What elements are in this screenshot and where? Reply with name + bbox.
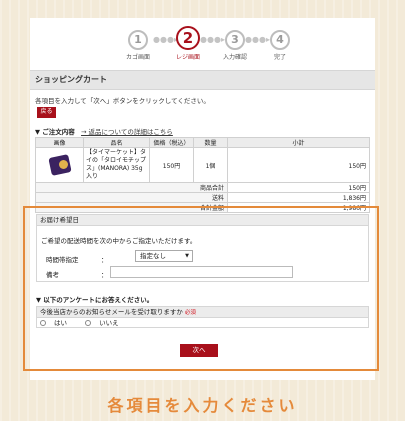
delivery-header: お届け希望日 xyxy=(37,215,368,226)
colon: ： xyxy=(101,256,108,264)
order-section-title: ▼ ご注文内容 → 返品についての詳細はこちら xyxy=(35,126,173,136)
time-slot-label: 時間帯指定 xyxy=(46,256,79,264)
survey-question: 今後当店からのお知らせメールを受け取りますか 必須 xyxy=(37,307,368,318)
order-title-text: ▼ ご注文内容 xyxy=(35,128,75,136)
note-label: 備考 xyxy=(46,271,59,279)
column-header: 価格（税込） xyxy=(149,137,194,148)
product-qty: 1個 xyxy=(193,147,228,183)
step-label: レジ画面 xyxy=(175,54,200,61)
time-slot-select[interactable]: 指定なし ▼ xyxy=(135,250,193,262)
step-complete: 4 完了 xyxy=(260,30,300,61)
summary-row: 商品合計 150円 xyxy=(35,182,370,193)
delivery-description: ご希望の配送時間を次の中からご指定いただけます。 xyxy=(41,237,197,245)
step-label: 入力確認 xyxy=(222,54,247,61)
step-label: カゴ画面 xyxy=(125,54,150,61)
colon: ： xyxy=(101,271,108,279)
column-header: 画像 xyxy=(35,137,84,148)
time-slot-value: 指定なし xyxy=(140,252,166,260)
summary-label: 送料 xyxy=(35,192,228,203)
step-cart: 1 カゴ画面 xyxy=(118,30,158,61)
radio-no[interactable] xyxy=(85,320,92,326)
product-image-cell xyxy=(35,147,84,183)
product-name[interactable]: 【タイマーケット】タイの「タロイモチップス」(MANORA) 35g入り xyxy=(83,147,150,183)
survey-options: はい いいえ xyxy=(37,318,368,328)
page-title: ショッピングカート xyxy=(30,70,375,90)
product-subtotal: 150円 xyxy=(227,147,370,183)
table-row: 【タイマーケット】タイの「タロイモチップス」(MANORA) 35g入り 150… xyxy=(35,147,370,183)
instruction-text: 各項目を入力して「次へ」ボタンをクリックしてください。 xyxy=(35,97,210,105)
step-number: 4 xyxy=(270,30,290,50)
survey-title: ▼ 以下のアンケートにお答えください。 xyxy=(36,296,154,304)
summary-value: 150円 xyxy=(227,182,370,193)
summary-value: 1,836円 xyxy=(227,192,370,203)
delivery-section: お届け希望日 ご希望の配送時間を次の中からご指定いただけます。 時間帯指定 ： … xyxy=(36,214,369,282)
option-no-label[interactable]: いいえ xyxy=(99,319,119,327)
product-image[interactable] xyxy=(47,154,73,176)
step-number: 1 xyxy=(128,30,148,50)
column-header: 品名 xyxy=(83,137,150,148)
chevron-down-icon: ▼ xyxy=(185,253,189,259)
summary-label: 商品合計 xyxy=(35,182,228,193)
radio-yes[interactable] xyxy=(40,320,46,326)
summary-row: 送料 1,836円 xyxy=(35,192,370,203)
back-button[interactable]: 戻る xyxy=(37,107,56,118)
table-header-row: 画像 品名 価格（税込） 数量 小計 xyxy=(35,137,370,148)
cart-table: 画像 品名 価格（税込） 数量 小計 【タイマーケット】タイの「タロイモチップス… xyxy=(35,137,370,213)
product-price: 150円 xyxy=(149,147,194,183)
caption-text: 各項目を入力ください xyxy=(107,396,298,415)
column-header: 小計 xyxy=(227,137,370,148)
required-badge: 必須 xyxy=(184,310,196,316)
return-policy-link[interactable]: → 返品についての詳細はこちら xyxy=(81,128,173,136)
option-yes-label[interactable]: はい xyxy=(54,319,67,327)
step-number: 2 xyxy=(176,26,200,50)
column-header: 数量 xyxy=(193,137,228,148)
step-label: 完了 xyxy=(273,54,286,61)
survey-question-text: 今後当店からのお知らせメールを受け取りますか xyxy=(40,308,183,316)
survey-section: 今後当店からのお知らせメールを受け取りますか 必須 はい いいえ xyxy=(36,306,369,328)
progress-steps: 1 カゴ画面 ●●●▸ 2 レジ画面 ●●●▸ 3 入力確認 ●●●▸ 4 完了 xyxy=(30,26,375,66)
step-number: 3 xyxy=(225,30,245,50)
note-input[interactable] xyxy=(110,266,293,278)
